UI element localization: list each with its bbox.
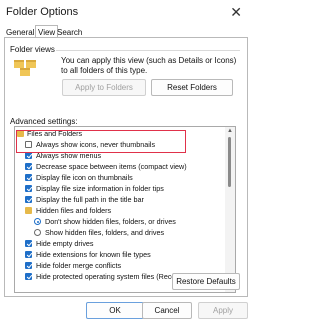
highlight-annotation xyxy=(16,130,186,153)
checkbox[interactable] xyxy=(25,185,32,192)
list-item[interactable]: Display file icon on thumbnails xyxy=(15,173,223,183)
checkbox[interactable] xyxy=(25,240,32,247)
radio-button[interactable] xyxy=(34,229,41,236)
folder-options-dialog: Folder Options ✕ General View Search Fol… xyxy=(0,0,250,322)
ok-button[interactable]: OK xyxy=(86,302,144,319)
apply-button[interactable]: Apply xyxy=(198,302,248,319)
folder-views-description: You can apply this view (such as Details… xyxy=(61,56,237,75)
advanced-settings-label: Advanced settings: xyxy=(10,117,78,126)
list-item[interactable]: Hidden files and folders xyxy=(15,206,223,216)
list-item[interactable]: Decrease space between items (compact vi… xyxy=(15,162,223,172)
group-divider xyxy=(56,50,240,51)
restore-defaults-button[interactable]: Restore Defaults xyxy=(172,273,240,290)
list-item[interactable]: Hide extensions for known file types xyxy=(15,250,223,260)
radio-button[interactable] xyxy=(34,218,41,225)
reset-folders-button[interactable]: Reset Folders xyxy=(151,79,233,96)
checkbox[interactable] xyxy=(25,273,32,280)
folder-icon xyxy=(25,207,32,214)
list-item[interactable]: Display file size information in folder … xyxy=(15,184,223,194)
checkbox[interactable] xyxy=(25,251,32,258)
vertical-scrollbar[interactable]: ▲ ▼ xyxy=(225,127,235,292)
checkbox[interactable] xyxy=(25,163,32,170)
list-item[interactable]: Display the full path in the title bar xyxy=(15,195,223,205)
list-item[interactable]: Show hidden files, folders, and drives xyxy=(15,228,223,238)
list-item[interactable]: Don't show hidden files, folders, or dri… xyxy=(15,217,223,227)
checkbox[interactable] xyxy=(25,152,32,159)
checkbox[interactable] xyxy=(25,262,32,269)
apply-to-folders-button[interactable]: Apply to Folders xyxy=(62,79,146,96)
folder-views-icon xyxy=(14,60,36,76)
checkbox[interactable] xyxy=(25,196,32,203)
cancel-button[interactable]: Cancel xyxy=(142,302,192,319)
window-title: Folder Options xyxy=(6,6,79,18)
scroll-up-icon[interactable]: ▲ xyxy=(227,128,233,134)
close-icon[interactable]: ✕ xyxy=(230,4,242,21)
list-item[interactable]: Hide folder merge conflicts xyxy=(15,261,223,271)
title-bar: Folder Options ✕ xyxy=(0,0,250,26)
folder-views-title: Folder views xyxy=(10,45,55,54)
list-item[interactable]: Hide empty drives xyxy=(15,239,223,249)
checkbox[interactable] xyxy=(25,174,32,181)
scrollbar-thumb[interactable] xyxy=(228,137,231,187)
